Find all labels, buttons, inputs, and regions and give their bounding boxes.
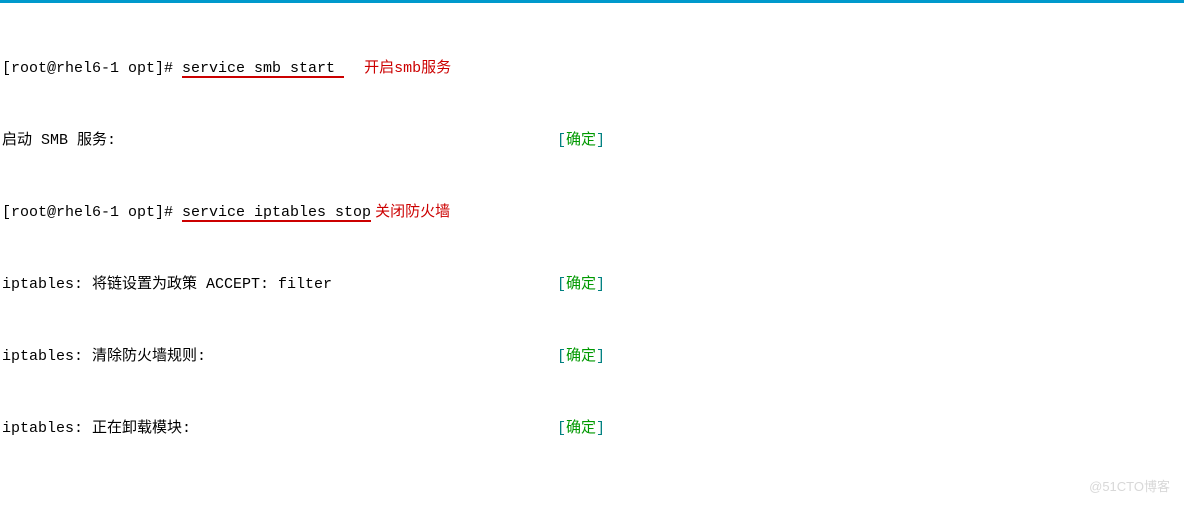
line-right	[557, 60, 1182, 78]
line-right: [确定]	[557, 276, 1182, 294]
terminal-line: iptables: 将链设置为政策 ACCEPT: filter [确定]	[2, 276, 1182, 294]
line-left: iptables: 清除防火墙规则:	[2, 348, 557, 366]
line-left: iptables: 将链设置为政策 ACCEPT: filter	[2, 276, 557, 294]
output-text: 启动 SMB 服务:	[2, 132, 116, 149]
status-bracket-close: ]	[596, 132, 605, 149]
annotation-firewall: 关闭防火墙	[375, 204, 450, 221]
terminal-line: 启动 SMB 服务: [确定]	[2, 132, 1182, 150]
command-smb-start: service smb start	[182, 61, 344, 78]
status-ok: 确定	[566, 276, 596, 293]
output-text: iptables: 正在卸载模块:	[2, 420, 191, 437]
line-left: iptables: 正在卸载模块:	[2, 420, 557, 438]
status-bracket-open: [	[557, 348, 566, 365]
prompt: [root@rhel6-1 opt]#	[2, 60, 182, 77]
status-bracket-open: [	[557, 420, 566, 437]
line-right: [确定]	[557, 420, 1182, 438]
output-text: iptables: 将链设置为政策 ACCEPT: filter	[2, 276, 332, 293]
terminal-line: [root@rhel6-1 opt]# service iptables sto…	[2, 204, 1182, 222]
annotation-smb: 开启smb服务	[364, 60, 451, 77]
status-bracket-close: ]	[596, 276, 605, 293]
status-bracket-open: [	[557, 132, 566, 149]
status-ok: 确定	[566, 420, 596, 437]
status-ok: 确定	[566, 348, 596, 365]
terminal-output: [root@rhel6-1 opt]# service smb start 开启…	[0, 3, 1184, 477]
status-bracket-close: ]	[596, 420, 605, 437]
line-left: [root@rhel6-1 opt]# service smb start 开启…	[2, 60, 557, 78]
watermark: @51CTO博客	[1089, 476, 1170, 495]
status-bracket-open: [	[557, 276, 566, 293]
status-bracket-close: ]	[596, 348, 605, 365]
terminal-line: iptables: 清除防火墙规则: [确定]	[2, 348, 1182, 366]
line-left: [root@rhel6-1 opt]# service iptables sto…	[2, 204, 557, 222]
line-right	[557, 204, 1182, 222]
status-ok: 确定	[566, 132, 596, 149]
terminal-line: iptables: 正在卸载模块: [确定]	[2, 420, 1182, 438]
line-left: 启动 SMB 服务:	[2, 132, 557, 150]
prompt: [root@rhel6-1 opt]#	[2, 204, 182, 221]
line-right: [确定]	[557, 348, 1182, 366]
output-text: iptables: 清除防火墙规则:	[2, 348, 206, 365]
command-iptables-stop: service iptables stop	[182, 205, 371, 222]
line-right: [确定]	[557, 132, 1182, 150]
terminal-line: [root@rhel6-1 opt]# service smb start 开启…	[2, 60, 1182, 78]
